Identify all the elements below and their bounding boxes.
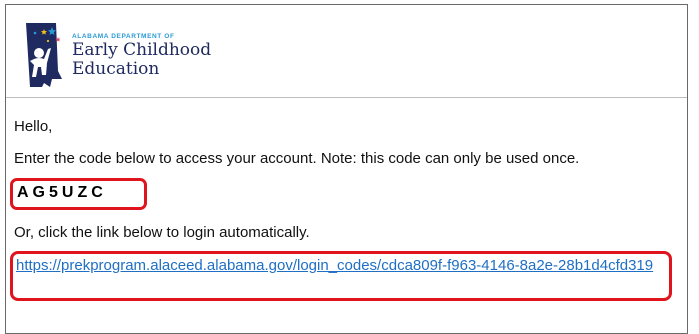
instruction-text: Enter the code below to access your acco… (14, 150, 580, 167)
alabama-logo-icon (26, 23, 62, 87)
logo-wordmark: ALABAMA DEPARTMENT OF Early Childhood Ed… (72, 33, 211, 79)
greeting-text: Hello, (14, 118, 53, 135)
email-header: ALABAMA DEPARTMENT OF Early Childhood Ed… (6, 5, 687, 98)
alt-instruction-text: Or, click the link below to login automa… (14, 224, 310, 241)
access-code: AG5UZC (17, 184, 107, 201)
logo-title-line2: Education (72, 59, 160, 79)
logo-title-line1: Early Childhood (72, 40, 212, 60)
login-link[interactable]: https://prekprogram.alaceed.alabama.gov/… (16, 256, 666, 275)
